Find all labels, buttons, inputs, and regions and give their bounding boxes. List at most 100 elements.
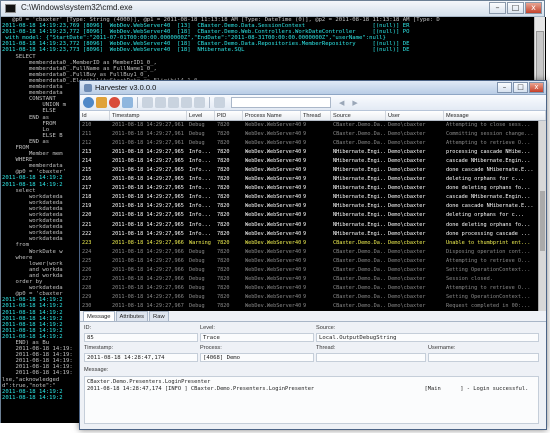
cell-source: CBaxter.Demo.Da... xyxy=(333,140,386,147)
stop-icon[interactable] xyxy=(109,97,120,108)
cell-process-name: WebDev.WebServer40 xyxy=(245,212,301,219)
cell-id: 215 xyxy=(82,167,92,174)
cell-process-name: WebDev.WebServer40 xyxy=(245,176,301,183)
scroll-thumb[interactable] xyxy=(540,191,545,251)
cell-level: Debug xyxy=(189,275,205,282)
table-row[interactable]: 229 2011-08-18 14:29:27,966 Debug 7820 WebDe… xyxy=(80,293,546,302)
column-header-level[interactable]: Level xyxy=(187,111,215,120)
table-row[interactable]: 220 2011-08-18 14:29:27,965 Info... 7820 Web… xyxy=(80,211,546,220)
next-icon[interactable]: ▶ xyxy=(352,99,357,107)
grid-scrollbar[interactable] xyxy=(538,121,546,311)
cell-timestamp: 2011-08-18 14:29:27,961 xyxy=(112,122,184,128)
table-row[interactable]: 216 2011-08-18 14:29:27,965 Info... 7820 Web… xyxy=(80,175,546,184)
log-grid[interactable]: Id Timestamp Level PID Process Name Thre… xyxy=(80,111,546,311)
table-row[interactable]: 225 2011-08-18 14:29:27,966 Debug 7820 WebDe… xyxy=(80,257,546,266)
cell-thread: 9 xyxy=(303,194,307,201)
table-row[interactable]: 217 2011-08-18 14:29:27,965 Info... 7820 Web… xyxy=(80,184,546,193)
cell-timestamp: 2011-08-18 14:29:27,961 xyxy=(112,131,184,138)
open-icon[interactable] xyxy=(181,97,192,108)
table-row[interactable]: 222 2011-08-18 14:29:27,965 Info... 7820 Web… xyxy=(80,230,546,239)
table-row[interactable]: 215 2011-08-18 14:29:27,965 Info... 7820 Web… xyxy=(80,166,546,175)
table-row[interactable]: 212 2011-08-18 14:29:27,961 Debug 7820 WebDe… xyxy=(80,139,546,148)
cell-source: CBaxter.Demo.Da... xyxy=(333,248,386,255)
tab-attributes[interactable]: Attributes xyxy=(115,311,149,321)
close-button[interactable]: x xyxy=(525,2,542,14)
cell-thread: 9 xyxy=(303,176,307,183)
timestamp-field[interactable]: 2011-08-18 14:28:47,174 xyxy=(84,353,198,362)
table-row[interactable]: 210 2011-08-18 14:29:27,961 Debug 7820 WebDe… xyxy=(80,121,546,130)
cell-level: Debug xyxy=(189,257,205,264)
cell-message: deleting orphans for c... xyxy=(446,212,525,219)
cell-pid: 7820 xyxy=(217,302,230,309)
cell-user: Demo\cbaxter xyxy=(388,275,426,282)
table-row[interactable]: 224 2011-08-18 14:29:27,966 Debug 7820 WebDe… xyxy=(80,248,546,257)
cell-level: Info... xyxy=(189,185,211,192)
cell-source: CBaxter.Demo.Da... xyxy=(333,293,386,300)
column-header-user[interactable]: User xyxy=(386,111,444,120)
column-header-message[interactable]: Message xyxy=(444,111,546,120)
cell-user: Demo\cbaxter xyxy=(388,293,426,300)
print-icon[interactable] xyxy=(194,97,205,108)
cell-message: Request completed in 00:... xyxy=(446,302,531,309)
cell-user: Demo\cbaxter xyxy=(388,131,426,138)
id-field[interactable]: 85 xyxy=(84,333,198,342)
cell-level: Warning xyxy=(189,239,211,246)
tab-raw[interactable]: Raw xyxy=(149,311,169,321)
search-icon[interactable] xyxy=(214,97,225,108)
settings-icon[interactable] xyxy=(96,97,107,108)
table-row[interactable]: 219 2011-08-18 14:29:27,965 Info... 7820 Web… xyxy=(80,202,546,211)
table-row[interactable]: 228 2011-08-18 14:29:27,966 Debug 7820 WebDe… xyxy=(80,284,546,293)
close-button[interactable]: x xyxy=(529,82,544,93)
column-header-pid[interactable]: PID xyxy=(215,111,243,120)
table-row[interactable]: 218 2011-08-18 14:29:27,965 Info... 7820 Web… xyxy=(80,193,546,202)
cell-timestamp: 2011-08-18 14:29:27,965 xyxy=(112,185,184,192)
table-row[interactable]: 211 2011-08-18 14:29:27,961 Debug 7820 WebDe… xyxy=(80,130,546,139)
table-row[interactable]: 213 2011-08-18 14:29:27,965 Info... 7820 Web… xyxy=(80,148,546,157)
refresh-icon[interactable] xyxy=(83,97,94,108)
level-field[interactable]: Trace xyxy=(200,333,314,342)
toolbar-divider xyxy=(209,97,210,108)
copy-icon[interactable] xyxy=(155,97,166,108)
cell-level: Debug xyxy=(189,293,205,300)
cell-user: Demo\cbaxter xyxy=(388,266,426,273)
column-header-timestamp[interactable]: Timestamp xyxy=(110,111,187,120)
cell-process-name: WebDev.WebServer40 xyxy=(245,140,301,147)
cell-id: 216 xyxy=(82,176,92,183)
table-row[interactable]: 214 2011-08-18 14:29:27,965 Info... 7820 Web… xyxy=(80,157,546,166)
process-field[interactable]: [4068] Demo xyxy=(200,353,314,362)
thread-field[interactable] xyxy=(316,353,426,362)
cell-source: CBaxter.Demo.Da... xyxy=(333,302,386,309)
minimize-button[interactable]: – xyxy=(489,2,506,14)
previous-icon[interactable]: ◀ xyxy=(339,99,344,107)
table-row[interactable]: 226 2011-08-18 14:29:27,966 Debug 7820 WebDe… xyxy=(80,266,546,275)
column-header-process-name[interactable]: Process Name xyxy=(243,111,301,120)
console-titlebar[interactable]: C:\Windows\system32\cmd.exe – □ x xyxy=(1,1,544,17)
grid-header: Id Timestamp Level PID Process Name Thre… xyxy=(80,111,546,121)
cell-timestamp: 2011-08-18 14:29:27,966 xyxy=(112,293,184,300)
harvester-titlebar[interactable]: Harvester v3.0.0.0 – □ x xyxy=(80,81,546,95)
maximize-button[interactable]: □ xyxy=(513,82,528,93)
column-header-source[interactable]: Source xyxy=(331,111,386,120)
clear-icon[interactable] xyxy=(122,97,133,108)
maximize-button[interactable]: □ xyxy=(507,2,524,14)
column-header-thread[interactable]: Thread xyxy=(301,111,331,120)
filter-icon[interactable] xyxy=(142,97,153,108)
table-row[interactable]: 221 2011-08-18 14:29:27,965 Info... 7820 Web… xyxy=(80,221,546,230)
source-field[interactable]: Local.OutputDebugString xyxy=(316,333,539,342)
message-text[interactable]: CBaxter.Demo.Presenters.LoginPresenter 2… xyxy=(84,376,539,424)
cell-thread: 9 xyxy=(303,203,307,210)
table-row[interactable]: 223 2011-08-18 14:29:27,966 Warning 7820 Web… xyxy=(80,239,546,248)
table-row[interactable]: 230 2011-08-18 14:29:27,967 Debug 7820 WebDe… xyxy=(80,302,546,311)
table-row[interactable]: 227 2011-08-18 14:29:27,966 Debug 7820 WebDe… xyxy=(80,275,546,284)
username-field[interactable] xyxy=(428,353,539,362)
cell-thread: 9 xyxy=(303,302,307,309)
save-icon[interactable] xyxy=(168,97,179,108)
cell-id: 218 xyxy=(82,194,92,201)
tab-message[interactable]: Message xyxy=(83,311,115,321)
search-input[interactable] xyxy=(231,97,331,108)
column-header-id[interactable]: Id xyxy=(80,111,110,120)
cell-id: 211 xyxy=(82,131,92,138)
minimize-button[interactable]: – xyxy=(497,82,512,93)
cell-thread: 9 xyxy=(303,266,307,273)
cell-message: done deleting orphans fo... xyxy=(446,221,531,228)
